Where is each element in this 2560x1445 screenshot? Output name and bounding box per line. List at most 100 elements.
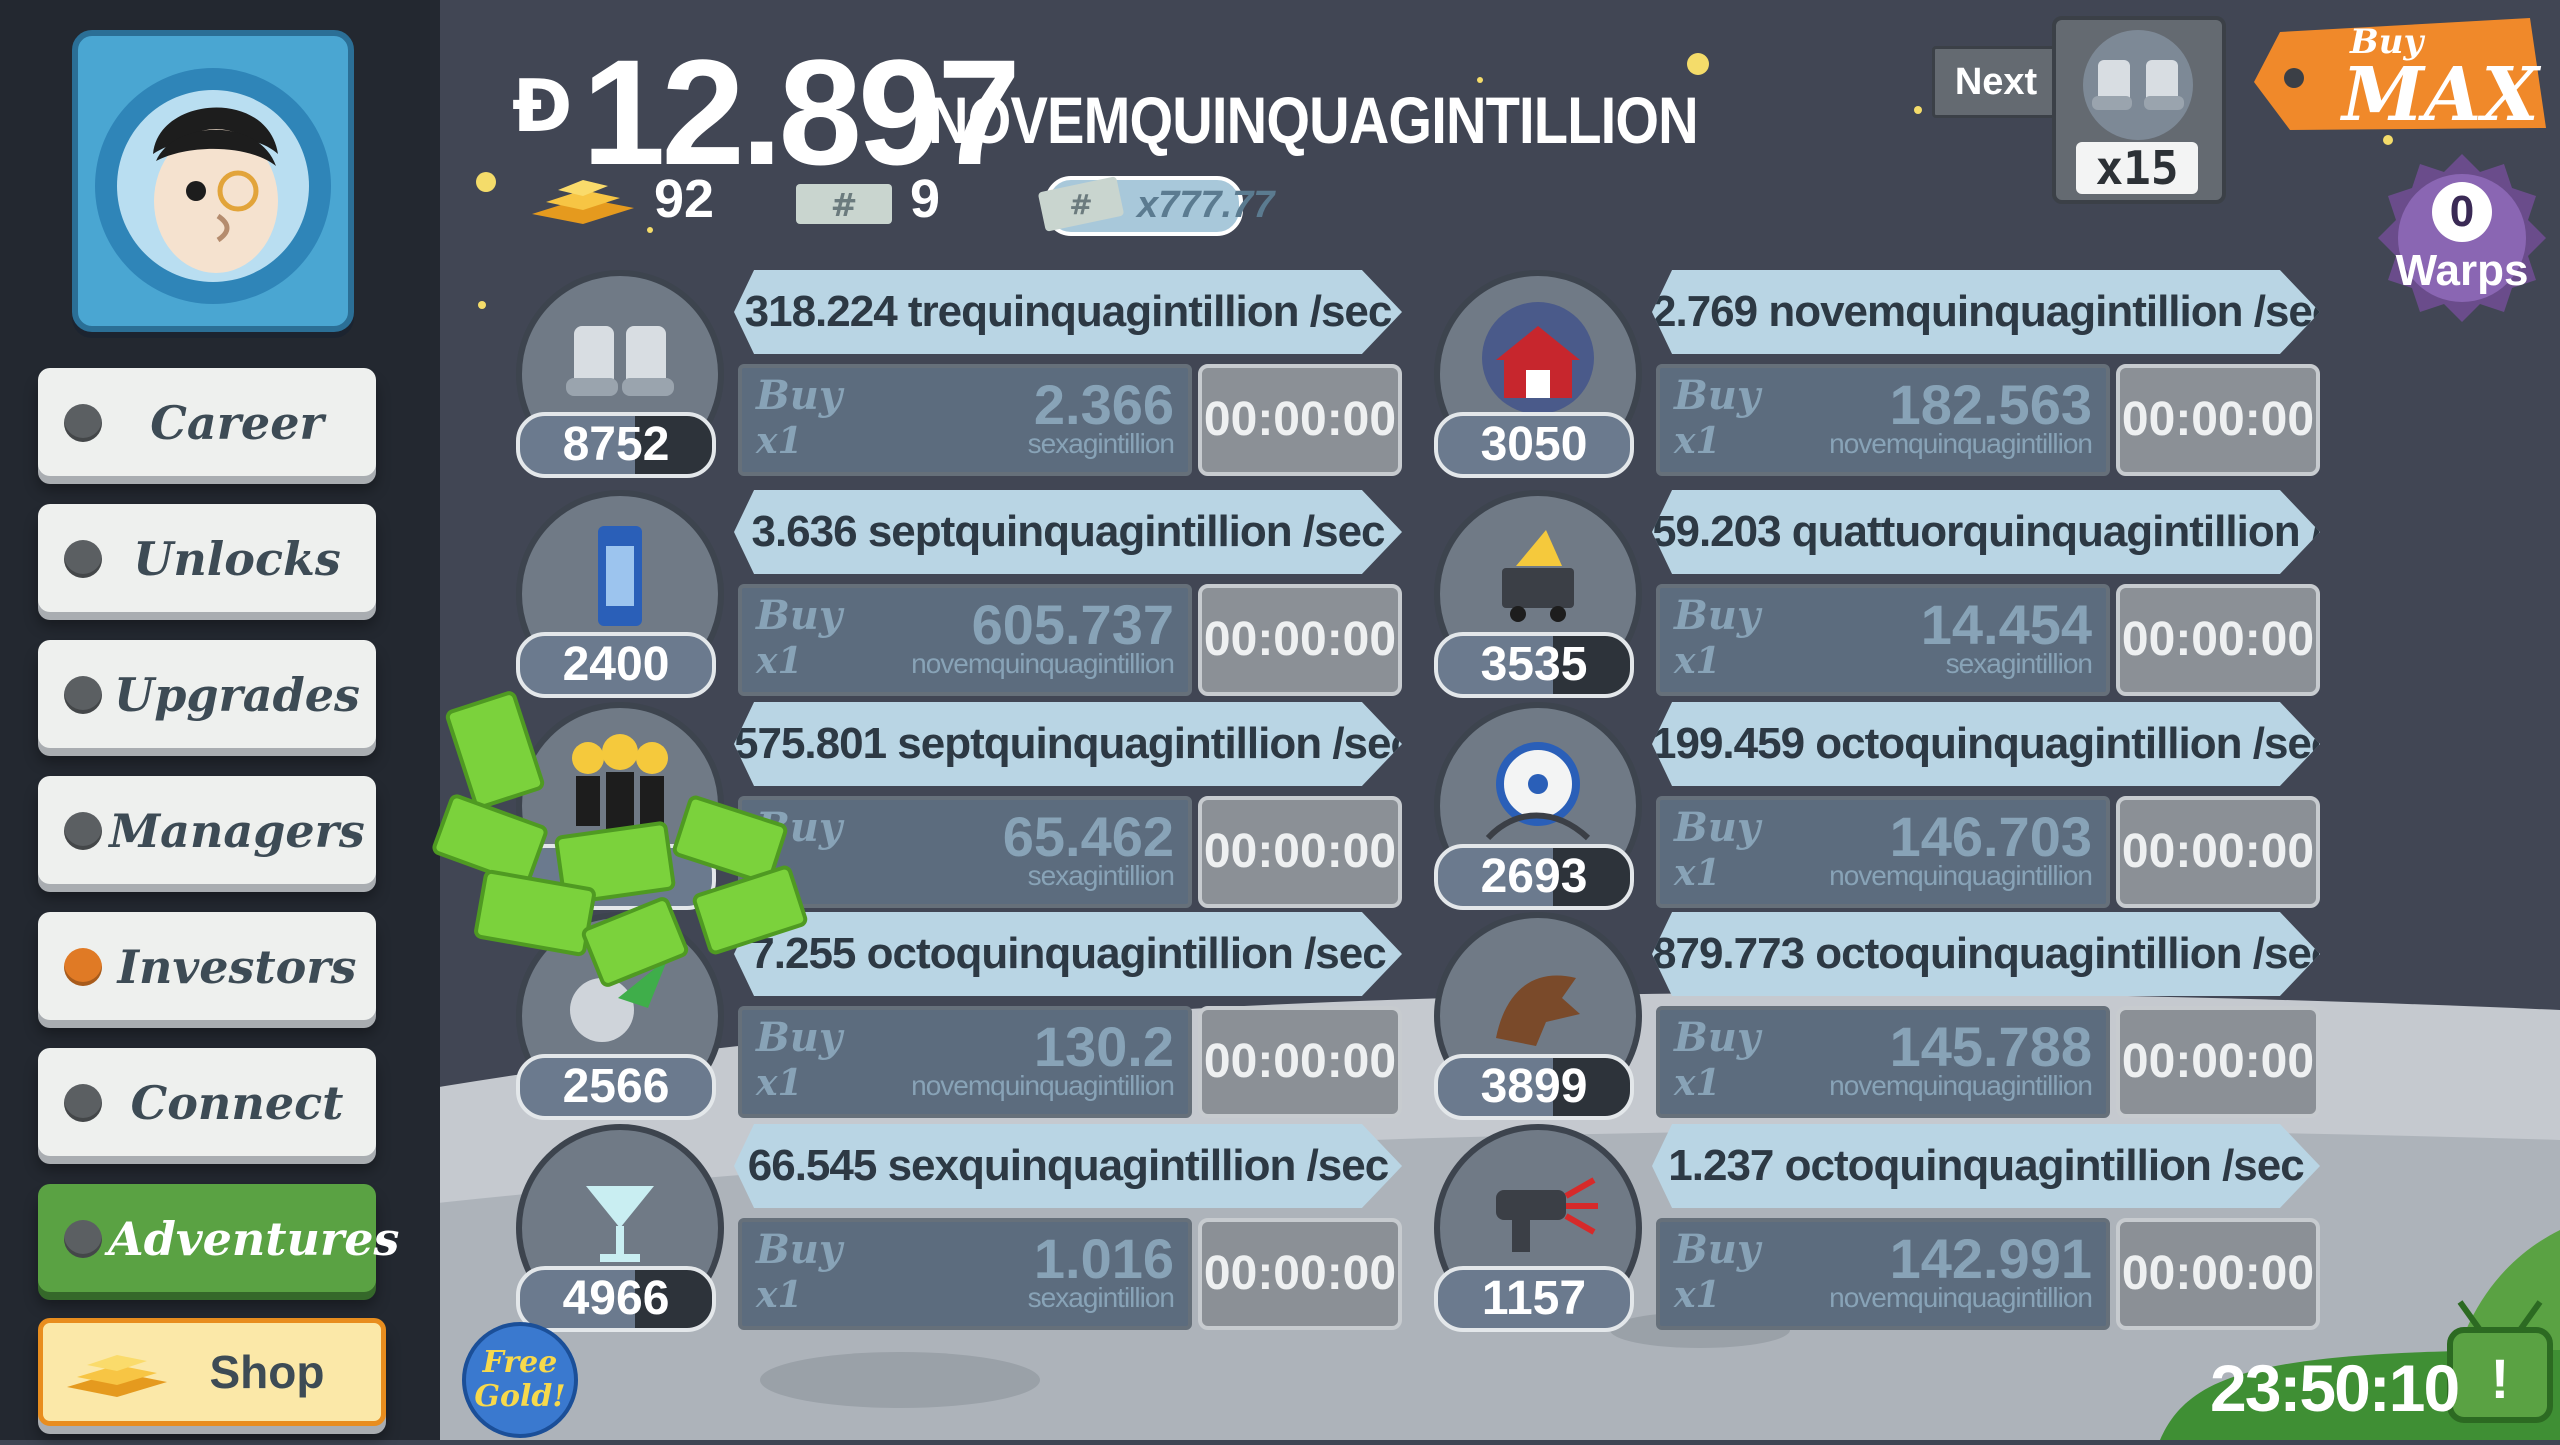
revenue-rate: 3.636 septquinquagintillion /sec bbox=[734, 490, 1402, 574]
phone-booth-icon bbox=[598, 526, 642, 626]
nav-unlocks-button[interactable]: Unlocks bbox=[38, 504, 376, 612]
status-dot-icon bbox=[64, 540, 102, 578]
cycle-timer: 00:00:00 bbox=[1198, 796, 1402, 908]
barn-icon bbox=[1482, 302, 1594, 414]
business-icon-button[interactable]: 2693 bbox=[1434, 702, 1642, 910]
nav-connect-button[interactable]: Connect bbox=[38, 1048, 376, 1156]
buy-label: Buy bbox=[1674, 592, 1761, 639]
nav-shop-button[interactable]: Shop bbox=[38, 1318, 386, 1426]
owned-count: 3899 bbox=[1434, 1054, 1634, 1120]
amusement-park-icon bbox=[1485, 742, 1591, 841]
cheese-cart-icon bbox=[1502, 530, 1574, 622]
business-icon-button[interactable]: 3535 bbox=[1434, 490, 1642, 698]
next-multiplier: x15 bbox=[2076, 142, 2198, 194]
buy-button[interactable]: Buy x1 142.991 novemquinquagintillion bbox=[1656, 1218, 2110, 1330]
nav-upgrades-button[interactable]: Upgrades bbox=[38, 640, 376, 748]
ad-timer-value: 23:50:10 bbox=[2210, 1351, 2460, 1425]
gold-bars-icon bbox=[67, 1355, 167, 1397]
nav-label: Upgrades bbox=[114, 668, 360, 722]
status-dot-icon bbox=[64, 812, 102, 850]
warps-count: 0 bbox=[2432, 182, 2492, 242]
owned-count: 4966 bbox=[516, 1266, 716, 1332]
nav-label: Connect bbox=[130, 1076, 344, 1130]
business-icon-button[interactable]: 2400 bbox=[516, 490, 724, 698]
buy-label: Buy bbox=[756, 372, 843, 419]
cocktail-icon bbox=[586, 1186, 654, 1262]
buy-button[interactable]: Buy x1 1.016 sexagintillion bbox=[738, 1218, 1192, 1330]
gold-icon bbox=[532, 180, 634, 224]
buy-quantity: x1 bbox=[1674, 852, 1721, 894]
cycle-timer: 00:00:00 bbox=[1198, 1218, 1402, 1330]
owned-count: 3050 bbox=[1434, 412, 1634, 478]
buy-button[interactable]: Buy x1 2.366 sexagintillion bbox=[738, 364, 1192, 476]
free-gold-button[interactable]: Free Gold! bbox=[462, 1322, 578, 1438]
sidebar: Career Unlocks Upgrades Managers Investo… bbox=[0, 0, 440, 1440]
buy-quantity: x1 bbox=[1674, 640, 1721, 682]
nav-adventures-button[interactable]: Adventures bbox=[38, 1184, 400, 1292]
business-icon-button[interactable]: 3899 bbox=[1434, 912, 1642, 1120]
business-icon-button[interactable]: 8752 bbox=[516, 270, 724, 478]
business-row-cheese-cart: 3535 59.203 quattuorquinquagintillion /s… bbox=[1434, 490, 2544, 698]
max-label: MAX bbox=[2342, 52, 2539, 138]
buy-quantity: x1 bbox=[756, 1274, 803, 1316]
money-unit: NOVEMQUINQUAGINTILLION bbox=[928, 83, 1699, 157]
revenue-rate: 59.203 quattuorquinquagintillion /sec bbox=[1652, 490, 2320, 574]
buy-label: Buy bbox=[756, 1226, 843, 1273]
revenue-rate: 879.773 octoquinquagintillion /sec bbox=[1652, 912, 2320, 996]
svg-text:#: # bbox=[831, 186, 858, 224]
buy-button[interactable]: Buy x1 130.2 novemquinquagintillion bbox=[738, 1006, 1192, 1118]
nav-investors-button[interactable]: Investors bbox=[38, 912, 376, 1020]
business-icon-button[interactable]: 4966 bbox=[516, 1124, 724, 1332]
owned-count: 8752 bbox=[516, 412, 716, 478]
business-row-amusement-park: 2693 199.459 octoquinquagintillion /sec … bbox=[1434, 702, 2544, 910]
revenue-rate: 199.459 octoquinquagintillion /sec bbox=[1652, 702, 2320, 786]
buy-max-button[interactable]: Buy MAX bbox=[2250, 12, 2550, 140]
nav-career-button[interactable]: Career bbox=[38, 368, 376, 476]
owned-count: 2566 bbox=[516, 1054, 716, 1120]
buy-cost-unit: novemquinquagintillion bbox=[1829, 1070, 2093, 1101]
nav-label: Unlocks bbox=[133, 532, 341, 586]
buy-quantity: x1 bbox=[1674, 1274, 1721, 1316]
player-avatar[interactable] bbox=[72, 30, 354, 332]
buy-quantity: x1 bbox=[756, 1062, 803, 1104]
buy-label: Buy bbox=[1674, 372, 1761, 419]
business-row-barn: 3050 2.769 novemquinquagintillion /sec B… bbox=[1434, 270, 2544, 478]
next-unlock-preview[interactable]: x15 bbox=[2052, 16, 2226, 204]
buy-quantity: x1 bbox=[756, 420, 803, 462]
nav-label: Investors bbox=[117, 940, 357, 994]
buy-button[interactable]: Buy x1 145.788 novemquinquagintillion bbox=[1656, 1006, 2110, 1118]
owned-count: 2693 bbox=[1434, 844, 1634, 910]
next-upgrade-button[interactable]: Next bbox=[1932, 46, 2060, 118]
free-gold-line2: Gold! bbox=[474, 1379, 566, 1414]
buy-button[interactable]: Buy x1 14.454 sexagintillion bbox=[1656, 584, 2110, 696]
ray-gun-icon bbox=[1496, 1177, 1598, 1252]
cycle-timer: 00:00:00 bbox=[2116, 796, 2320, 908]
buy-cost-unit: sexagintillion bbox=[1027, 428, 1175, 459]
nav-label: Adventures bbox=[108, 1212, 400, 1266]
angel-investor-multiplier: # x777.77 bbox=[1038, 176, 1274, 236]
buy-cost-unit: sexagintillion bbox=[1945, 648, 2093, 679]
cycle-timer: 00:00:00 bbox=[2116, 584, 2320, 696]
cycle-timer: 00:00:00 bbox=[2116, 364, 2320, 476]
revenue-rate: 1.237 octoquinquagintillion /sec bbox=[1652, 1124, 2320, 1208]
cycle-timer: 00:00:00 bbox=[1198, 584, 1402, 696]
angel-bill-icon: # bbox=[1038, 176, 1124, 232]
ad-boost-timer[interactable]: ! 23:50:10 bbox=[2150, 1290, 2560, 1440]
cycle-timer: 00:00:00 bbox=[2116, 1006, 2320, 1118]
owned-count: 3535 bbox=[1434, 632, 1634, 698]
buy-label: Buy bbox=[756, 592, 843, 639]
buy-cost-unit: sexagintillion bbox=[1027, 1282, 1175, 1313]
buy-quantity: x1 bbox=[1674, 420, 1721, 462]
svg-text:#: # bbox=[1069, 188, 1092, 221]
buy-button[interactable]: Buy x1 146.703 novemquinquagintillion bbox=[1656, 796, 2110, 908]
buy-label: Buy bbox=[1674, 1226, 1761, 1273]
svg-text:!: ! bbox=[2491, 1347, 2510, 1410]
buy-button[interactable]: Buy x1 182.563 novemquinquagintillion bbox=[1656, 364, 2110, 476]
business-icon-button[interactable]: 3050 bbox=[1434, 270, 1642, 478]
business-icon-button[interactable]: 1157 bbox=[1434, 1124, 1642, 1332]
status-dot-icon bbox=[64, 1084, 102, 1122]
megabucks-icon: # bbox=[796, 184, 892, 224]
nav-managers-button[interactable]: Managers bbox=[38, 776, 376, 884]
status-dot-icon bbox=[64, 676, 102, 714]
owned-count: 1157 bbox=[1434, 1266, 1634, 1332]
